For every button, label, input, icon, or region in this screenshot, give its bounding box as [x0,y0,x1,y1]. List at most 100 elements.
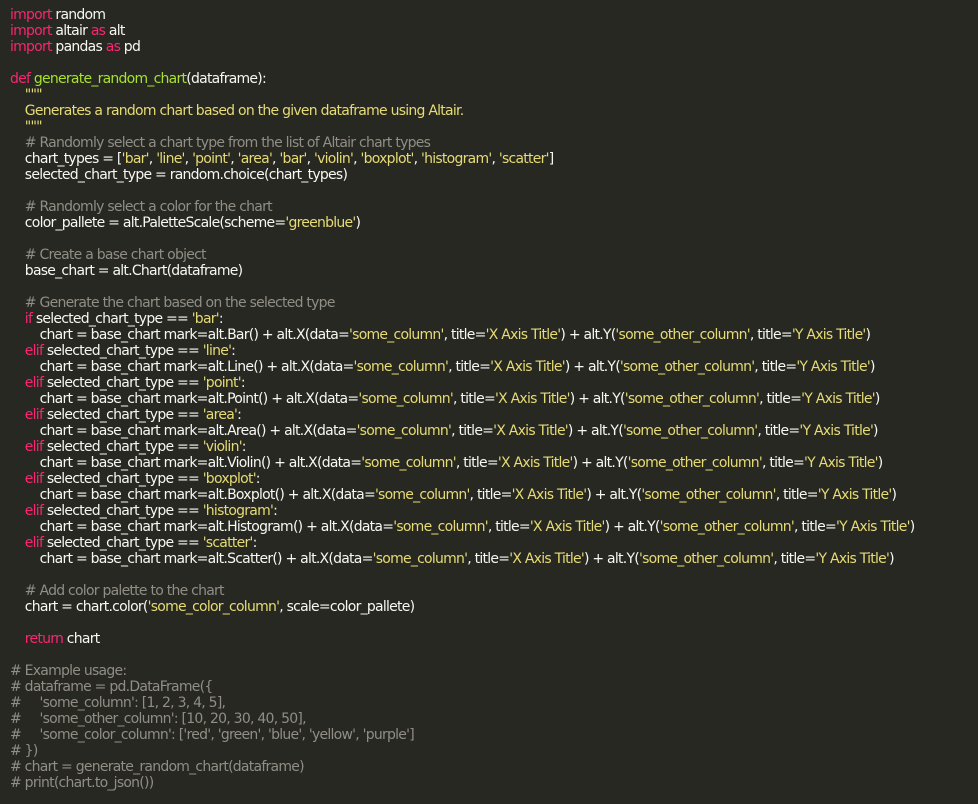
code-text: , title= [451,423,494,439]
code-string: 'point' [192,151,231,167]
code-string: 'X Axis Title' [485,327,561,343]
code-text: chart_types = [ [10,151,123,167]
code-line: # 'some_other_column': [10, 20, 30, 40, … [10,711,978,727]
code-text: , title= [773,551,816,567]
code-text: , title= [469,487,513,503]
code-string: 'some_other_column' [615,327,750,343]
code-line: # dataframe = pd.DataFrame({ [10,679,978,695]
code-editor[interactable]: import random import altair as alt import … [0,0,978,804]
code-text: chart = chart.color( [10,599,149,615]
code-text: selected_chart_type == [43,439,203,455]
code-string: 'some_column' [358,391,453,407]
code-text: chart = base_chart mark=alt.Point() + al… [10,391,360,407]
code-text: (dataframe): [186,71,266,87]
code-line: # Add color palette to the chart [10,583,978,599]
code-string: """ [10,87,43,103]
code-text: ) + alt.Y( [586,487,642,503]
code-text: chart [63,631,100,647]
code-text: ) [873,423,878,439]
code-keyword: as [90,23,106,39]
code-text: , title= [775,487,819,503]
code-string: 'area' [202,407,238,423]
code-line: """ [10,119,978,135]
code-text: , title= [448,359,491,375]
code-string: 'Y Axis Title' [817,487,892,503]
code-text: alt [105,23,126,39]
code-keyword: elif [10,407,44,423]
code-line: chart = base_chart mark=alt.Violin() + a… [10,455,978,471]
code-text: , [306,151,315,167]
code-text: , title= [487,519,531,535]
code-comment: # dataframe = pd.DataFrame({ [10,679,213,695]
code-line: # Randomly select a color for the chart [10,199,978,215]
code-string: 'Y Axis Title' [804,455,878,471]
code-line: # Generate the chart based on the select… [10,295,978,311]
code-string: 'X Axis Title' [490,359,565,375]
code-text: , title= [793,519,837,535]
code-string: 'boxplot' [360,151,415,167]
code-text: selected_chart_type = random.choice(char… [10,167,348,183]
code-string: 'some_other_column' [641,487,776,503]
code-string: 'Y Axis Title' [791,327,866,343]
code-string: 'some_column' [372,551,468,567]
code-line: # chart = generate_random_chart(datafram… [10,759,978,775]
code-keyword: elif [10,375,44,391]
code-keyword: import [10,23,52,39]
code-string: """ [10,119,43,135]
code-string: 'Y Axis Title' [799,423,874,439]
code-text: , title= [759,391,802,407]
code-comment: # 'some_column': [1, 2, 3, 4, 5], [10,695,226,711]
code-line: selected_chart_type = random.choice(char… [10,167,978,183]
code-text: selected_chart_type == [43,535,203,551]
code-keyword: elif [10,535,44,551]
code-string: 'X Axis Title' [511,487,587,503]
code-text: : [252,535,258,551]
code-text: chart = base_chart mark=alt.Scatter() + … [10,551,374,567]
code-text: pd [120,39,141,55]
code-string: 'some_other_column' [627,455,763,471]
code-string: 'bar' [191,311,220,327]
code-keyword: elif [10,503,44,519]
code-keyword: import [10,7,52,23]
code-line: chart = base_chart mark=alt.Scatter() + … [10,551,978,567]
code-line: chart_types = ['bar', 'line', 'point', '… [10,151,978,167]
code-line: # Example usage: [10,663,978,679]
code-text: , scale=color_pallete) [279,599,415,615]
code-text: chart = base_chart mark=alt.Histogram() … [10,519,394,535]
code-text: base_chart = alt.Chart(dataframe) [10,263,243,279]
code-string: 'histogram' [421,151,492,167]
code-string: 'some_other_column' [619,359,755,375]
code-text: : [240,375,246,391]
code-text: ) [355,215,361,231]
code-line: if selected_chart_type == 'bar': [10,311,978,327]
code-comment: # Randomly select a color for the chart [10,199,273,215]
code-comment: # }) [10,743,38,759]
code-text: , title= [749,327,793,343]
code-line: elif selected_chart_type == 'violin': [10,439,978,455]
code-keyword: elif [10,343,44,359]
code-string: 'bar' [121,151,150,167]
code-text: selected_chart_type == [43,407,203,423]
code-text: ) [909,519,915,535]
code-text: , title= [452,391,496,407]
code-string: Generates a random chart based on the gi… [10,103,464,119]
code-string: 'some_column' [353,359,449,375]
code-line: elif selected_chart_type == 'histogram': [10,503,978,519]
code-string: 'some_other_column' [638,551,774,567]
code-text: : [241,439,247,455]
code-string: 'X Axis Title' [494,391,570,407]
code-text: altair [51,23,91,39]
code-text: , title= [757,423,800,439]
code-text: selected_chart_type == [43,375,203,391]
code-text: ] [548,151,554,167]
code-keyword: as [105,39,121,55]
code-comment: # chart = generate_random_chart(datafram… [10,759,305,775]
code-text: ) + alt.Y( [604,519,661,535]
code-string: 'some_column' [374,487,470,503]
code-string: 'some_column' [361,455,456,471]
code-string: 'Y Axis Title' [815,551,890,567]
code-text: , [413,151,422,167]
code-line: color_pallete = alt.PaletteScale(scheme=… [10,215,978,231]
